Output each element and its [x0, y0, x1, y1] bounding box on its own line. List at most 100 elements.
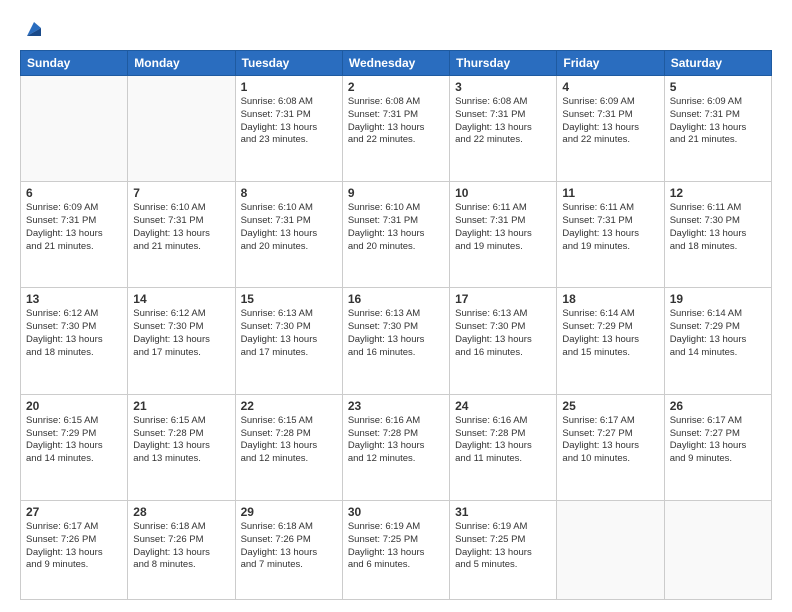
day-info: Sunrise: 6:13 AMSunset: 7:30 PMDaylight:…: [348, 308, 444, 359]
calendar-cell: 20 Sunrise: 6:15 AMSunset: 7:29 PMDayligh…: [21, 394, 128, 500]
day-number: 26: [670, 399, 766, 413]
calendar-cell: 12 Sunrise: 6:11 AMSunset: 7:30 PMDayligh…: [664, 182, 771, 288]
day-number: 12: [670, 186, 766, 200]
calendar-cell: 27Sunrise: 6:17 AMSunset: 7:26 PMDayligh…: [21, 500, 128, 599]
day-number: 24: [455, 399, 551, 413]
day-number: 7: [133, 186, 229, 200]
day-number: 11: [562, 186, 658, 200]
calendar-cell: 9 Sunrise: 6:10 AMSunset: 7:31 PMDaylight…: [342, 182, 449, 288]
calendar-cell: 23 Sunrise: 6:16 AMSunset: 7:28 PMDayligh…: [342, 394, 449, 500]
calendar-cell: 29 Sunrise: 6:18 AMSunset: 7:26 PMDayligh…: [235, 500, 342, 599]
calendar-week-5: 27Sunrise: 6:17 AMSunset: 7:26 PMDayligh…: [21, 500, 772, 599]
calendar-cell: 14Sunrise: 6:12 AMSunset: 7:30 PMDayligh…: [128, 288, 235, 394]
calendar-cell: [557, 500, 664, 599]
day-number: 18: [562, 292, 658, 306]
day-number: 2: [348, 80, 444, 94]
day-info: Sunrise: 6:18 AMSunset: 7:26 PMDaylight:…: [241, 521, 337, 572]
day-info: Sunrise: 6:10 AMSunset: 7:31 PMDaylight:…: [133, 202, 229, 253]
calendar-table: SundayMondayTuesdayWednesdayThursdayFrid…: [20, 50, 772, 600]
day-info: Sunrise: 6:15 AMSunset: 7:28 PMDaylight:…: [133, 415, 229, 466]
day-info: Sunrise: 6:10 AMSunset: 7:31 PMDaylight:…: [241, 202, 337, 253]
day-number: 9: [348, 186, 444, 200]
day-number: 1: [241, 80, 337, 94]
day-number: 4: [562, 80, 658, 94]
weekday-header-sunday: Sunday: [21, 51, 128, 76]
calendar-cell: [664, 500, 771, 599]
calendar-cell: 30 Sunrise: 6:19 AMSunset: 7:25 PMDayligh…: [342, 500, 449, 599]
calendar-cell: 24 Sunrise: 6:16 AMSunset: 7:28 PMDayligh…: [450, 394, 557, 500]
day-info: Sunrise: 6:13 AMSunset: 7:30 PMDaylight:…: [241, 308, 337, 359]
day-info: Sunrise: 6:14 AMSunset: 7:29 PMDaylight:…: [562, 308, 658, 359]
day-info: Sunrise: 6:19 AMSunset: 7:25 PMDaylight:…: [455, 521, 551, 572]
day-number: 3: [455, 80, 551, 94]
calendar-cell: 6 Sunrise: 6:09 AMSunset: 7:31 PMDaylight…: [21, 182, 128, 288]
calendar-cell: 3 Sunrise: 6:08 AMSunset: 7:31 PMDaylight…: [450, 76, 557, 182]
calendar-cell: 18 Sunrise: 6:14 AMSunset: 7:29 PMDayligh…: [557, 288, 664, 394]
day-number: 21: [133, 399, 229, 413]
day-info: Sunrise: 6:16 AMSunset: 7:28 PMDaylight:…: [348, 415, 444, 466]
weekday-header-wednesday: Wednesday: [342, 51, 449, 76]
calendar-cell: [128, 76, 235, 182]
day-number: 22: [241, 399, 337, 413]
day-info: Sunrise: 6:08 AMSunset: 7:31 PMDaylight:…: [455, 96, 551, 147]
logo: [20, 16, 45, 40]
day-number: 8: [241, 186, 337, 200]
calendar-cell: 16 Sunrise: 6:13 AMSunset: 7:30 PMDayligh…: [342, 288, 449, 394]
day-number: 17: [455, 292, 551, 306]
day-info: Sunrise: 6:08 AMSunset: 7:31 PMDaylight:…: [241, 96, 337, 147]
page: SundayMondayTuesdayWednesdayThursdayFrid…: [0, 0, 792, 612]
calendar-cell: 21 Sunrise: 6:15 AMSunset: 7:28 PMDayligh…: [128, 394, 235, 500]
calendar-cell: 22 Sunrise: 6:15 AMSunset: 7:28 PMDayligh…: [235, 394, 342, 500]
calendar-cell: 11 Sunrise: 6:11 AMSunset: 7:31 PMDayligh…: [557, 182, 664, 288]
day-number: 23: [348, 399, 444, 413]
calendar-cell: [21, 76, 128, 182]
day-number: 15: [241, 292, 337, 306]
weekday-header-row: SundayMondayTuesdayWednesdayThursdayFrid…: [21, 51, 772, 76]
day-number: 29: [241, 505, 337, 519]
day-number: 31: [455, 505, 551, 519]
day-number: 5: [670, 80, 766, 94]
calendar-cell: 7 Sunrise: 6:10 AMSunset: 7:31 PMDaylight…: [128, 182, 235, 288]
day-number: 16: [348, 292, 444, 306]
weekday-header-friday: Friday: [557, 51, 664, 76]
day-number: 13: [26, 292, 122, 306]
day-number: 27: [26, 505, 122, 519]
day-number: 14: [133, 292, 229, 306]
day-info: Sunrise: 6:15 AMSunset: 7:29 PMDaylight:…: [26, 415, 122, 466]
day-number: 6: [26, 186, 122, 200]
calendar-cell: 28Sunrise: 6:18 AMSunset: 7:26 PMDayligh…: [128, 500, 235, 599]
day-info: Sunrise: 6:15 AMSunset: 7:28 PMDaylight:…: [241, 415, 337, 466]
calendar-cell: 5 Sunrise: 6:09 AMSunset: 7:31 PMDaylight…: [664, 76, 771, 182]
calendar-week-4: 20 Sunrise: 6:15 AMSunset: 7:29 PMDayligh…: [21, 394, 772, 500]
header: [20, 16, 772, 40]
calendar-cell: 1 Sunrise: 6:08 AMSunset: 7:31 PMDaylight…: [235, 76, 342, 182]
day-info: Sunrise: 6:10 AMSunset: 7:31 PMDaylight:…: [348, 202, 444, 253]
day-info: Sunrise: 6:18 AMSunset: 7:26 PMDaylight:…: [133, 521, 229, 572]
calendar-cell: 15 Sunrise: 6:13 AMSunset: 7:30 PMDayligh…: [235, 288, 342, 394]
day-info: Sunrise: 6:09 AMSunset: 7:31 PMDaylight:…: [26, 202, 122, 253]
day-number: 19: [670, 292, 766, 306]
calendar-cell: 17Sunrise: 6:13 AMSunset: 7:30 PMDayligh…: [450, 288, 557, 394]
day-info: Sunrise: 6:09 AMSunset: 7:31 PMDaylight:…: [670, 96, 766, 147]
day-info: Sunrise: 6:11 AMSunset: 7:30 PMDaylight:…: [670, 202, 766, 253]
day-info: Sunrise: 6:16 AMSunset: 7:28 PMDaylight:…: [455, 415, 551, 466]
day-number: 10: [455, 186, 551, 200]
day-info: Sunrise: 6:11 AMSunset: 7:31 PMDaylight:…: [562, 202, 658, 253]
calendar-cell: 10 Sunrise: 6:11 AMSunset: 7:31 PMDayligh…: [450, 182, 557, 288]
day-number: 30: [348, 505, 444, 519]
calendar-cell: 4Sunrise: 6:09 AMSunset: 7:31 PMDaylight…: [557, 76, 664, 182]
calendar-cell: 2 Sunrise: 6:08 AMSunset: 7:31 PMDaylight…: [342, 76, 449, 182]
weekday-header-saturday: Saturday: [664, 51, 771, 76]
day-info: Sunrise: 6:12 AMSunset: 7:30 PMDaylight:…: [26, 308, 122, 359]
day-info: Sunrise: 6:19 AMSunset: 7:25 PMDaylight:…: [348, 521, 444, 572]
day-number: 25: [562, 399, 658, 413]
day-info: Sunrise: 6:08 AMSunset: 7:31 PMDaylight:…: [348, 96, 444, 147]
day-number: 20: [26, 399, 122, 413]
day-info: Sunrise: 6:11 AMSunset: 7:31 PMDaylight:…: [455, 202, 551, 253]
logo-icon: [23, 18, 45, 40]
calendar-cell: 8 Sunrise: 6:10 AMSunset: 7:31 PMDaylight…: [235, 182, 342, 288]
calendar-cell: 19Sunrise: 6:14 AMSunset: 7:29 PMDayligh…: [664, 288, 771, 394]
calendar-week-2: 6 Sunrise: 6:09 AMSunset: 7:31 PMDaylight…: [21, 182, 772, 288]
day-info: Sunrise: 6:17 AMSunset: 7:27 PMDaylight:…: [562, 415, 658, 466]
calendar-week-1: 1 Sunrise: 6:08 AMSunset: 7:31 PMDaylight…: [21, 76, 772, 182]
